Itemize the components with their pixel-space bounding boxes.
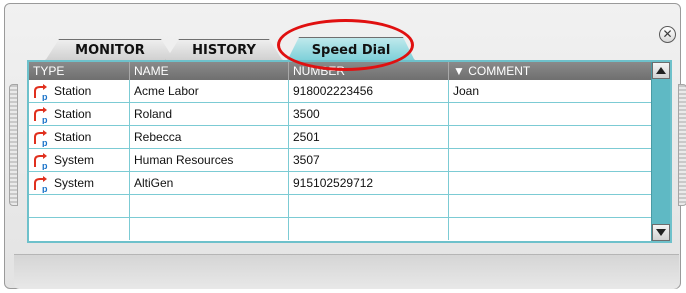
number-cell: 2501: [289, 126, 449, 148]
table-row[interactable]: p System AltiGen 915102529712: [29, 172, 651, 195]
column-header-comment[interactable]: ▼ COMMENT: [449, 62, 651, 80]
type-cell: p Station: [29, 103, 130, 125]
empty-cell: [130, 195, 289, 217]
table-row[interactable]: p Station Roland 3500: [29, 103, 651, 126]
close-icon[interactable]: ✕: [659, 26, 676, 43]
empty-cell: [449, 218, 651, 240]
empty-table-row[interactable]: [29, 195, 651, 218]
table-row[interactable]: p System Human Resources 3507: [29, 149, 651, 172]
comment-cell: [449, 126, 651, 148]
tab-history[interactable]: HISTORY: [165, 39, 283, 61]
tab-history-label: HISTORY: [192, 43, 256, 58]
type-label: System: [54, 153, 95, 167]
number-cell: 3500: [289, 103, 449, 125]
phone-transfer-icon: p: [34, 176, 48, 193]
svg-text:p: p: [42, 184, 48, 193]
empty-cell: [449, 195, 651, 217]
svg-text:p: p: [42, 92, 48, 101]
type-cell: p System: [29, 149, 130, 171]
arrow-up-icon: [656, 67, 666, 74]
column-header-name[interactable]: NAME: [130, 62, 289, 80]
type-label: Station: [54, 130, 92, 144]
empty-cell: [289, 195, 449, 217]
svg-text:p: p: [42, 138, 48, 147]
comment-cell: [449, 149, 651, 171]
type-cell: p Station: [29, 80, 130, 102]
empty-cell: [29, 195, 130, 217]
scroll-up-button[interactable]: [652, 62, 670, 79]
phone-transfer-icon: p: [34, 130, 48, 147]
speed-dial-window: ✕ MONITOR HISTORY Speed Dial TYPE NAME N…: [4, 3, 686, 289]
arrow-down-icon: [656, 229, 666, 236]
tab-monitor-label: MONITOR: [75, 43, 145, 58]
empty-table-row[interactable]: [29, 218, 651, 241]
bottom-panel: [14, 254, 679, 289]
tab-speed-dial[interactable]: Speed Dial: [287, 37, 415, 61]
comment-cell: [449, 103, 651, 125]
empty-cell: [289, 218, 449, 240]
column-header-type[interactable]: TYPE: [29, 62, 130, 80]
table-row[interactable]: p Station Acme Labor 918002223456 Joan: [29, 80, 651, 103]
comment-cell: [449, 172, 651, 194]
vertical-scrollbar[interactable]: [651, 62, 670, 241]
empty-cell: [130, 218, 289, 240]
number-cell: 3507: [289, 149, 449, 171]
type-label: Station: [54, 84, 92, 98]
svg-text:p: p: [42, 115, 48, 124]
name-cell: AltiGen: [130, 172, 289, 194]
svg-text:p: p: [42, 161, 48, 170]
phone-transfer-icon: p: [34, 153, 48, 170]
name-cell: Human Resources: [130, 149, 289, 171]
type-cell: p Station: [29, 126, 130, 148]
right-resize-handle[interactable]: [678, 84, 686, 206]
speed-dial-grid: TYPE NAME NUMBER ▼ COMMENT p Station Acm…: [27, 60, 672, 243]
name-cell: Roland: [130, 103, 289, 125]
comment-cell: Joan: [453, 84, 480, 98]
left-resize-handle[interactable]: [9, 84, 18, 206]
type-label: Station: [54, 107, 92, 121]
scroll-down-button[interactable]: [652, 224, 670, 241]
number-cell: 915102529712: [289, 172, 449, 194]
type-cell: p System: [29, 172, 130, 194]
table-row[interactable]: p Station Rebecca 2501: [29, 126, 651, 149]
empty-cell: [29, 218, 130, 240]
phone-transfer-icon: p: [34, 107, 48, 124]
phone-transfer-icon: p: [34, 84, 48, 101]
tab-monitor[interactable]: MONITOR: [45, 39, 175, 61]
column-header-number[interactable]: NUMBER: [289, 62, 449, 80]
name-cell: Acme Labor: [130, 80, 289, 102]
grid-header: TYPE NAME NUMBER ▼ COMMENT: [29, 62, 651, 80]
name-cell: Rebecca: [130, 126, 289, 148]
type-label: System: [54, 176, 95, 190]
number-cell: 918002223456: [289, 80, 449, 102]
